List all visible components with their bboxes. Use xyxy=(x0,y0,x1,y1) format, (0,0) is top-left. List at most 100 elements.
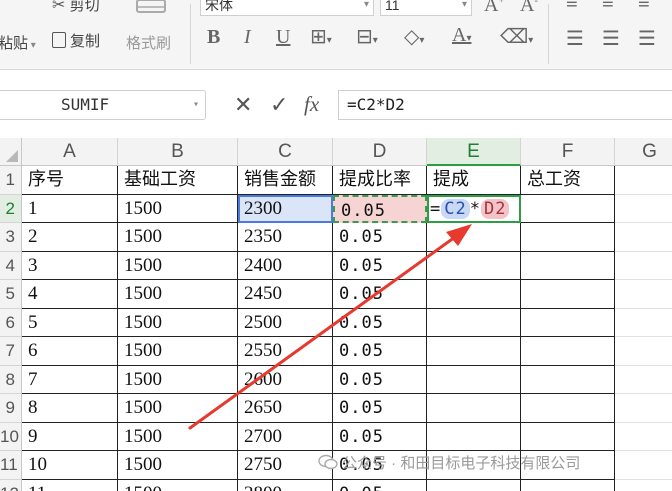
font-size-select[interactable]: 11 ▾ xyxy=(380,0,472,16)
column-header-a[interactable]: A xyxy=(22,138,118,166)
italic-icon[interactable]: I xyxy=(244,26,251,49)
column-header-d[interactable]: D xyxy=(333,138,427,166)
table-cell[interactable] xyxy=(427,223,521,252)
paste-button[interactable]: 粘贴 ▾ xyxy=(0,32,36,53)
table-cell[interactable]: 5 xyxy=(22,308,118,337)
referenced-cell-c2[interactable]: 2300 xyxy=(238,194,333,223)
table-cell[interactable] xyxy=(521,337,615,366)
row-header-12[interactable]: 12 xyxy=(0,479,22,491)
table-cell[interactable]: 0.05 xyxy=(333,223,427,252)
align-bottom-icon[interactable]: ≡ xyxy=(638,0,650,15)
table-cell[interactable] xyxy=(615,480,672,491)
header-cell-f[interactable]: 总工资 xyxy=(521,166,615,195)
row-header-2[interactable]: 2 xyxy=(0,194,22,223)
row-header-10[interactable]: 10 xyxy=(0,422,22,451)
confirm-icon[interactable]: ✓ xyxy=(270,92,288,118)
table-cell[interactable] xyxy=(615,280,672,309)
table-cell[interactable] xyxy=(615,394,672,423)
insert-function-icon[interactable]: fx xyxy=(304,92,319,117)
table-cell[interactable] xyxy=(521,308,615,337)
table-cell[interactable] xyxy=(521,479,615,491)
row-header-1[interactable]: 1 xyxy=(0,166,22,195)
table-cell[interactable]: 2650 xyxy=(238,394,333,423)
row-header-9[interactable]: 9 xyxy=(0,394,22,423)
table-cell[interactable] xyxy=(615,309,672,337)
column-header-f[interactable]: F xyxy=(521,138,615,166)
table-cell[interactable]: 0.05 xyxy=(333,365,427,394)
table-cell[interactable]: 2550 xyxy=(238,337,333,366)
table-cell[interactable] xyxy=(615,423,672,451)
table-cell[interactable]: 0.05 xyxy=(333,280,427,309)
row-header-4[interactable]: 4 xyxy=(0,251,22,280)
column-header-b[interactable]: B xyxy=(118,138,238,166)
formula-input[interactable]: =C2*D2 xyxy=(338,90,672,120)
table-cell[interactable] xyxy=(615,366,672,394)
table-cell[interactable]: 4 xyxy=(22,280,118,309)
table-cell[interactable]: 3 xyxy=(22,251,118,280)
table-cell[interactable]: 2 xyxy=(22,223,118,252)
table-cell[interactable] xyxy=(521,394,615,423)
table-cell[interactable]: 1500 xyxy=(118,365,238,394)
table-cell[interactable]: 2800 xyxy=(238,479,333,491)
table-cell[interactable] xyxy=(427,394,521,423)
bold-icon[interactable]: B xyxy=(207,26,220,49)
table-cell[interactable]: 1 xyxy=(22,194,118,223)
align-middle-icon[interactable]: ≡ xyxy=(602,0,614,15)
table-cell[interactable] xyxy=(427,308,521,337)
table-cell[interactable]: 0.05 xyxy=(333,422,427,451)
table-cell[interactable]: 9 xyxy=(22,422,118,451)
column-header-e[interactable]: E xyxy=(427,138,521,166)
table-cell[interactable] xyxy=(521,251,615,280)
table-cell[interactable]: 8 xyxy=(22,394,118,423)
align-top-icon[interactable]: ≡ xyxy=(566,0,578,15)
header-cell-a[interactable]: 序号 xyxy=(22,166,118,195)
underline-icon[interactable]: U xyxy=(276,26,290,49)
table-cell[interactable] xyxy=(427,365,521,394)
table-cell[interactable]: 1500 xyxy=(118,223,238,252)
table-cell[interactable]: 1500 xyxy=(118,394,238,423)
eraser-icon[interactable]: ⌫▾ xyxy=(500,24,533,49)
header-cell-b[interactable]: 基础工资 xyxy=(118,166,238,195)
table-cell[interactable] xyxy=(615,166,672,195)
table-cell[interactable]: 2500 xyxy=(238,308,333,337)
row-header-7[interactable]: 7 xyxy=(0,337,22,366)
table-cell[interactable] xyxy=(427,337,521,366)
font-shrink-icon[interactable]: A- xyxy=(520,0,538,17)
table-cell[interactable] xyxy=(427,251,521,280)
table-cell[interactable] xyxy=(615,223,672,252)
table-cell[interactable]: 0.05 xyxy=(333,337,427,366)
column-header-c[interactable]: C xyxy=(238,138,333,166)
table-cell[interactable] xyxy=(427,422,521,451)
column-header-g[interactable]: G xyxy=(615,138,672,166)
cut-button[interactable]: ✂ 剪切 xyxy=(52,0,100,15)
table-cell[interactable]: 10 xyxy=(22,451,118,480)
table-cell[interactable]: 1500 xyxy=(118,280,238,309)
table-cell[interactable] xyxy=(521,422,615,451)
table-cell[interactable]: 1500 xyxy=(118,479,238,491)
align-right-icon[interactable]: ☰ xyxy=(638,26,656,51)
header-cell-d[interactable]: 提成比率 xyxy=(333,166,427,195)
row-header-8[interactable]: 8 xyxy=(0,365,22,394)
table-cell[interactable]: 1500 xyxy=(118,194,238,223)
fill-color-icon[interactable]: ◇▾ xyxy=(404,24,424,49)
align-left-icon[interactable]: ☰ xyxy=(566,26,584,51)
font-grow-icon[interactable]: A+ xyxy=(484,0,504,17)
table-cell[interactable]: 11 xyxy=(22,479,118,491)
align-center-icon[interactable]: ☰ xyxy=(602,26,620,51)
table-cell[interactable]: 0.05 xyxy=(333,394,427,423)
table-cell[interactable] xyxy=(615,195,672,223)
active-edit-cell-e2[interactable]: = C2 * D2 xyxy=(427,194,521,223)
table-cell[interactable]: 0.05 xyxy=(333,251,427,280)
row-header-11[interactable]: 11 xyxy=(0,451,22,480)
border-icon[interactable]: ⊞▾ xyxy=(310,24,332,49)
table-cell[interactable] xyxy=(521,223,615,252)
name-box[interactable]: SUMIF ▾ xyxy=(0,90,206,120)
table-cell[interactable] xyxy=(521,365,615,394)
format-painter-button[interactable]: 格式刷 xyxy=(126,32,171,53)
copy-button[interactable]: 复制 xyxy=(52,30,100,51)
table-cell[interactable]: 6 xyxy=(22,337,118,366)
table-cell[interactable]: 2700 xyxy=(238,422,333,451)
table-cell[interactable] xyxy=(427,280,521,309)
font-name-select[interactable]: 宋体 ▾ xyxy=(200,0,374,16)
font-color-icon[interactable]: A▾ xyxy=(452,24,471,47)
